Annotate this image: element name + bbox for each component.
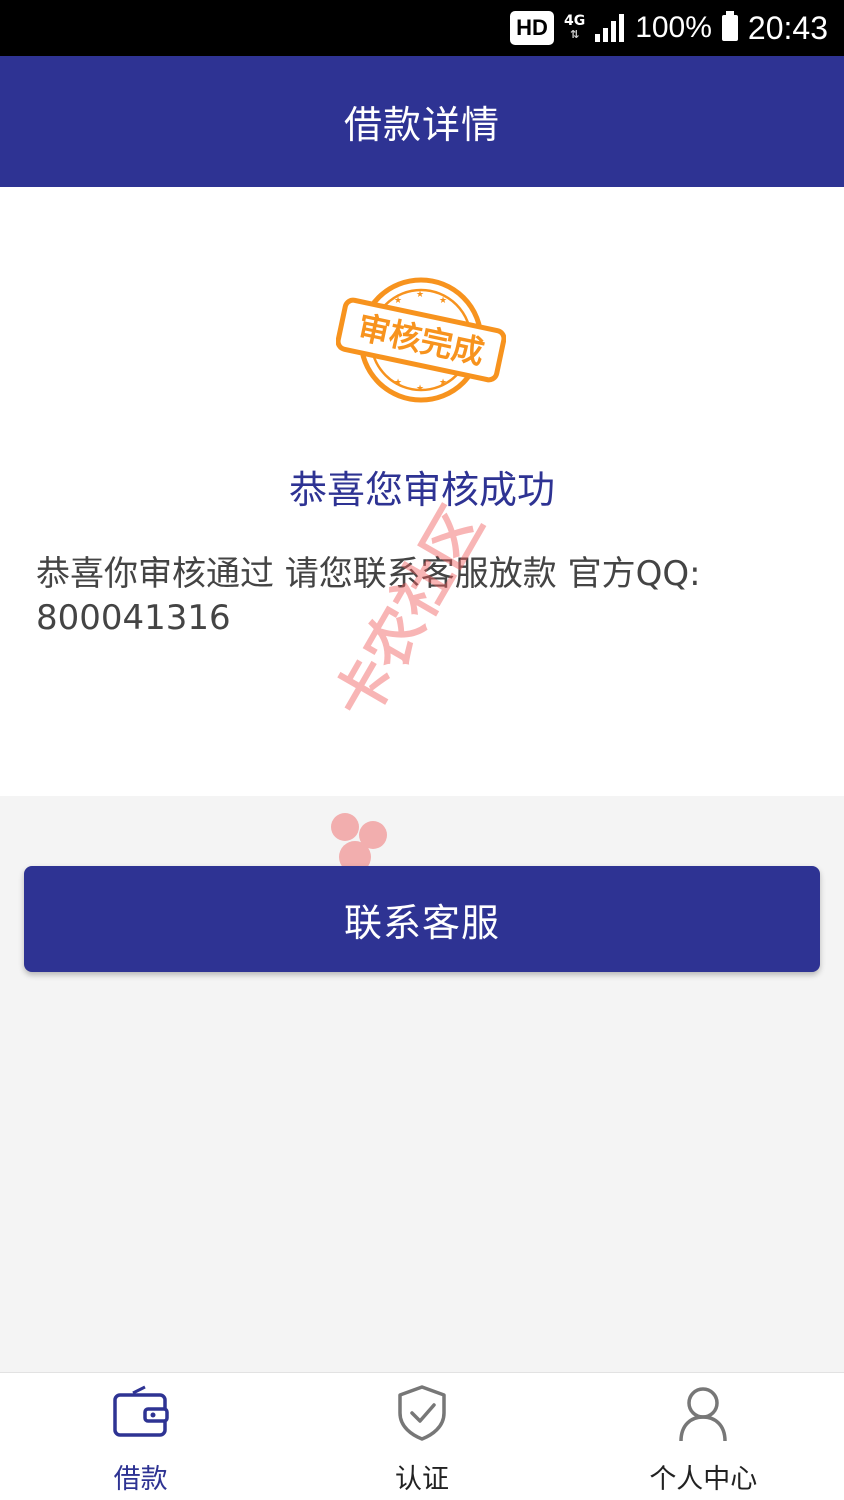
app-bar: 借款详情: [0, 56, 844, 187]
bottom-nav: 借款 认证 个人中心: [0, 1372, 844, 1500]
shield-check-icon: [398, 1385, 446, 1441]
nav-item-verify[interactable]: 认证: [281, 1373, 562, 1500]
battery-icon: [721, 11, 738, 41]
nav-label-loan: 借款: [113, 1464, 168, 1495]
review-complete-stamp-icon: ★★★ ★★★ 审核完成: [336, 277, 506, 403]
nav-label-profile: 个人中心: [649, 1464, 758, 1495]
wallet-icon: [112, 1385, 169, 1437]
nav-item-profile[interactable]: 个人中心: [563, 1373, 844, 1500]
svg-text:★: ★: [439, 378, 447, 388]
nav-item-loan[interactable]: 借款: [0, 1373, 281, 1500]
screen: HD 4G ⇅ 100% 20:43 借款详情 ★ ★ ★ ★ ★ ★ 审核完成…: [0, 0, 844, 1500]
signal-icon: [595, 14, 625, 42]
svg-text:★: ★: [394, 296, 402, 306]
network-4g-icon: 4G ⇅: [564, 14, 585, 42]
hd-badge: HD: [510, 11, 554, 45]
svg-text:★: ★: [416, 384, 424, 394]
page-title: 借款详情: [343, 103, 500, 147]
network-label: 4G: [563, 13, 586, 29]
svg-text:★: ★: [394, 378, 402, 388]
nav-label-verify: 认证: [394, 1464, 449, 1495]
approval-message: 恭喜你审核通过 请您联系客服放款 官方QQ: 800041316: [36, 554, 701, 638]
contact-support-button[interactable]: 联系客服: [24, 866, 820, 972]
battery-percent: 100%: [635, 11, 712, 44]
svg-text:★: ★: [439, 296, 447, 306]
data-arrows-icon: ⇅: [569, 28, 580, 41]
success-title: 恭喜您审核成功: [288, 468, 555, 512]
status-bar: HD 4G ⇅ 100% 20:43: [0, 0, 844, 56]
clock: 20:43: [747, 9, 828, 46]
person-icon: [679, 1387, 728, 1442]
svg-text:★: ★: [416, 290, 424, 300]
loan-detail-card: ★ ★ ★ ★ ★ ★ 审核完成 恭喜您审核成功 恭喜你审核通过 请您联系客服放款 官方…: [0, 187, 844, 796]
